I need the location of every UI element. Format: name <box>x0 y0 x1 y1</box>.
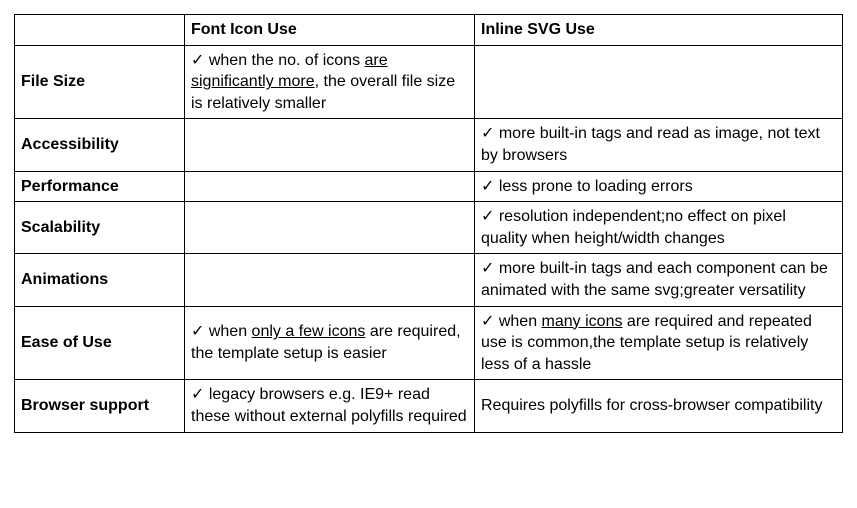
cell-inline-svg: ✓ more built-in tags and each component … <box>475 254 843 306</box>
row-label: Performance <box>15 171 185 202</box>
cell-text: when <box>494 313 541 330</box>
cell-text: Requires polyfills for cross-browser com… <box>481 397 822 414</box>
check-icon: ✓ <box>481 178 494 195</box>
check-icon: ✓ <box>191 386 204 403</box>
row-label: Accessibility <box>15 119 185 171</box>
cell-font-icon <box>185 119 475 171</box>
cell-inline-svg: ✓ when many icons are required and repea… <box>475 306 843 380</box>
header-corner <box>15 15 185 46</box>
cell-font-icon: ✓ legacy browsers e.g. IE9+ read these w… <box>185 380 475 432</box>
row-label: Animations <box>15 254 185 306</box>
header-row: Font Icon Use Inline SVG Use <box>15 15 843 46</box>
cell-font-icon: ✓ when only a few icons are required, th… <box>185 306 475 380</box>
check-icon: ✓ <box>191 52 204 69</box>
check-icon: ✓ <box>191 323 204 340</box>
row-label: Browser support <box>15 380 185 432</box>
table-row: Scalability ✓ resolution independent;no e… <box>15 202 843 254</box>
table-body: File Size✓ when the no. of icons are sig… <box>15 45 843 432</box>
cell-text: legacy browsers e.g. IE9+ read these wit… <box>191 386 467 425</box>
check-icon: ✓ <box>481 208 494 225</box>
cell-inline-svg: Requires polyfills for cross-browser com… <box>475 380 843 432</box>
cell-inline-svg: ✓ less prone to loading errors <box>475 171 843 202</box>
row-label: Ease of Use <box>15 306 185 380</box>
table-row: Ease of Use✓ when only a few icons are r… <box>15 306 843 380</box>
check-icon: ✓ <box>481 260 494 277</box>
cell-text: more built-in tags and each component ca… <box>481 260 828 299</box>
comparison-table: Font Icon Use Inline SVG Use File Size✓ … <box>14 14 843 433</box>
cell-text: when the no. of icons <box>204 52 364 69</box>
cell-font-icon <box>185 202 475 254</box>
table-row: File Size✓ when the no. of icons are sig… <box>15 45 843 119</box>
header-font-icon: Font Icon Use <box>185 15 475 46</box>
cell-text: many icons <box>542 313 623 330</box>
table-row: Animations ✓ more built-in tags and each … <box>15 254 843 306</box>
table-row: Accessibility ✓ more built-in tags and re… <box>15 119 843 171</box>
cell-font-icon: ✓ when the no. of icons are significantl… <box>185 45 475 119</box>
cell-inline-svg: ✓ resolution independent;no effect on pi… <box>475 202 843 254</box>
check-icon: ✓ <box>481 313 494 330</box>
cell-inline-svg <box>475 45 843 119</box>
row-label: Scalability <box>15 202 185 254</box>
table-row: Browser support✓ legacy browsers e.g. IE… <box>15 380 843 432</box>
cell-text: only a few icons <box>252 323 366 340</box>
check-icon: ✓ <box>481 125 494 142</box>
cell-text: resolution independent;no effect on pixe… <box>481 208 786 247</box>
cell-font-icon <box>185 171 475 202</box>
header-inline-svg: Inline SVG Use <box>475 15 843 46</box>
cell-font-icon <box>185 254 475 306</box>
row-label: File Size <box>15 45 185 119</box>
cell-text: when <box>204 323 251 340</box>
cell-text: less prone to loading errors <box>494 178 692 195</box>
cell-text: more built-in tags and read as image, no… <box>481 125 820 164</box>
cell-inline-svg: ✓ more built-in tags and read as image, … <box>475 119 843 171</box>
table-row: Performance ✓ less prone to loading error… <box>15 171 843 202</box>
